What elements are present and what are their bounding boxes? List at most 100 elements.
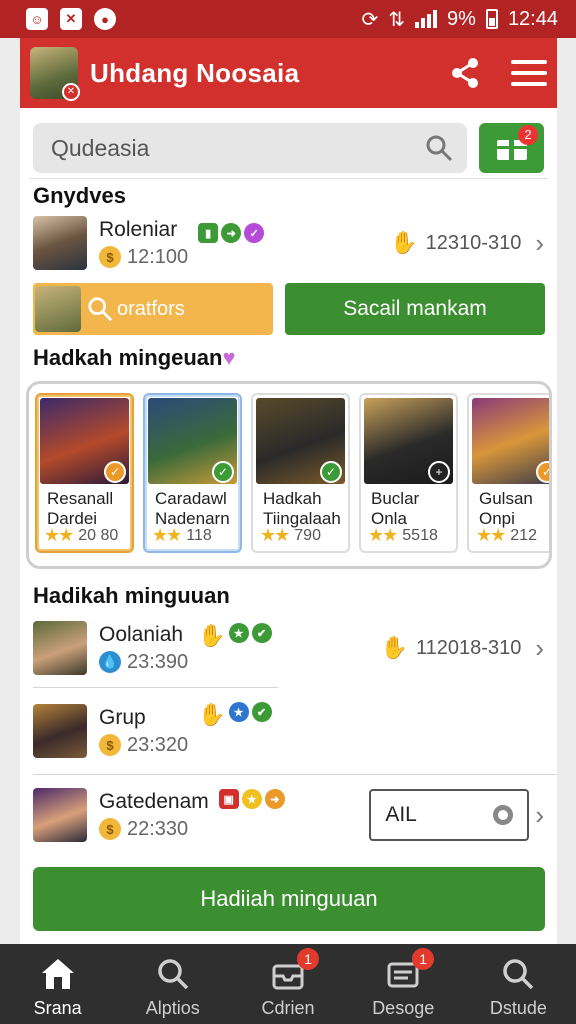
- tile-score: 212: [510, 526, 537, 544]
- game-tile[interactable]: ✓ Hadkah Tiingalaah ★★ 790: [251, 393, 350, 553]
- game-tile[interactable]: ✓ Resanall Dardei ★★ 20 80: [35, 393, 134, 553]
- nav-badge: 1: [297, 948, 319, 970]
- arrow-badge-icon: ➜: [264, 789, 285, 809]
- tile-score: 5518: [402, 526, 438, 544]
- avatar: [33, 621, 87, 675]
- nav-label: Alptios: [145, 998, 200, 1018]
- image-notification-icon: ✕: [60, 8, 82, 30]
- stars-icon: ★★: [152, 525, 182, 545]
- chevron-right-icon[interactable]: ›: [535, 633, 544, 664]
- item-value: 12310-310: [425, 231, 522, 254]
- inbox-icon: 1: [271, 948, 319, 992]
- nav-tab-messages[interactable]: 1 Desoge: [346, 944, 461, 1024]
- avatar-notification-icon: ☺: [26, 8, 48, 30]
- thumb-icon: ✋: [198, 623, 226, 648]
- section-title-3: Hadikah minguuan: [33, 583, 230, 608]
- list-item[interactable]: Roleniar $12:100 ▮ ➜ ✓ ✋ 12310-310 ›: [20, 209, 557, 277]
- app-window: ✕ Uhdang Noosaia Qudeasia 2 Gnydves Role…: [20, 38, 557, 944]
- nav-label: Desoge: [372, 998, 435, 1018]
- search-icon: [426, 135, 453, 162]
- main-action-button[interactable]: Hadiiah minguuan: [33, 867, 545, 931]
- search-input[interactable]: Qudeasia: [33, 123, 467, 173]
- coin-icon: $: [99, 734, 121, 756]
- tile-title: Resanall: [47, 489, 114, 508]
- game-tile[interactable]: ✓ Gulsan Onpi ★★ 212: [467, 393, 549, 553]
- check-icon: ✓: [212, 461, 234, 483]
- share-icon[interactable]: [449, 57, 481, 89]
- primary-action-button[interactable]: Sacail mankam: [285, 283, 545, 335]
- data-icon: ⇅: [388, 8, 406, 31]
- tile-score: 790: [294, 526, 321, 544]
- item-name: Grup: [99, 705, 146, 729]
- avatar: [35, 286, 81, 332]
- item-meta: 12:100: [127, 245, 189, 268]
- check-icon: ✓: [104, 461, 126, 483]
- filter-select[interactable]: AIL: [369, 789, 530, 841]
- game-tile[interactable]: + Buclar Onla ★★ 5518: [359, 393, 458, 553]
- nav-badge: 1: [412, 948, 435, 970]
- thumb-icon: ✋: [198, 702, 226, 727]
- signal-icon: [415, 10, 438, 28]
- thumb-icon: ✋: [390, 230, 418, 255]
- clock: 12:44: [507, 7, 558, 30]
- star-badge-icon: ★: [228, 702, 249, 722]
- stars-icon: ★★: [44, 525, 74, 545]
- search-placeholder: Qudeasia: [51, 134, 150, 161]
- home-icon: [40, 956, 76, 992]
- stars-icon: ★★: [260, 525, 290, 545]
- section-title-2: Hadkah mingeuan♥: [20, 345, 557, 371]
- avatar: [33, 216, 87, 270]
- tile-score: 20 80: [78, 526, 119, 544]
- nav-tab-studio[interactable]: Dstude: [461, 944, 576, 1024]
- tile-title: Hadkah: [263, 489, 322, 508]
- heart-icon: ♥: [222, 345, 236, 370]
- app-bar: ✕ Uhdang Noosaia: [20, 38, 557, 108]
- search-filter-label: oratfors: [117, 297, 185, 320]
- tile-title: Gulsan: [479, 489, 533, 508]
- check-icon: ✓: [320, 461, 342, 483]
- search-icon: [88, 297, 113, 322]
- chevron-right-icon[interactable]: ›: [535, 800, 544, 831]
- check-badge-icon: ✓: [244, 223, 265, 243]
- item-name: Gatedenam: [99, 789, 209, 813]
- filter-value: AIL: [385, 803, 417, 826]
- section-title-1: Gnydves: [33, 183, 126, 208]
- star-badge-icon: ★: [228, 623, 249, 643]
- gift-badge-icon: ▣: [218, 789, 239, 809]
- list-item[interactable]: Gatedenam $22:330 ▣ ★ ➜ AIL ›: [20, 775, 557, 855]
- tile-title: Buclar: [371, 489, 420, 508]
- list-item[interactable]: Oolaniah 💧 23:390 ✋ ★ ✔ ✋ 112018-310 ›: [20, 609, 557, 687]
- battery-icon: [485, 9, 498, 29]
- section-title-2-text: Hadkah mingeuan: [33, 345, 223, 370]
- chevron-right-icon[interactable]: ›: [535, 228, 544, 259]
- globe-notification-icon: ●: [94, 8, 116, 30]
- avatar: [33, 704, 87, 758]
- battery-percent: 9%: [447, 7, 476, 30]
- nav-tab-home[interactable]: Srana: [0, 944, 115, 1024]
- list-item[interactable]: Grup $23:320 ✋ ★ ✔: [20, 688, 557, 774]
- nav-label: Cdrien: [261, 998, 315, 1018]
- tile-title: Caradawl: [155, 489, 227, 508]
- item-name: Roleniar: [99, 217, 178, 241]
- stars-icon: ★★: [368, 525, 398, 545]
- status-bar: ☺ ✕ ● ⟳ ⇅ 9% 12:44: [0, 0, 576, 38]
- drop-icon: 💧: [99, 651, 121, 673]
- avatar-badge-icon: ✕: [62, 83, 80, 101]
- item-name: Oolaniah: [99, 622, 184, 646]
- bottom-nav: Srana Alptios 1 Cdrien 1 Desoge Dstude: [0, 944, 576, 1024]
- tile-score: 118: [186, 526, 212, 544]
- avatar: [33, 788, 87, 842]
- game-tile[interactable]: ✓ Caradawl Nadenarn ★★ 118: [143, 393, 242, 553]
- search-icon: [501, 956, 535, 992]
- profile-avatar[interactable]: ✕: [30, 47, 80, 101]
- star-badge-icon: ★: [241, 789, 262, 809]
- arrow-badge-icon: ➜: [221, 223, 242, 243]
- tile-carousel[interactable]: ✓ Resanall Dardei ★★ 20 80 ✓ Caradawl Naden…: [26, 381, 552, 569]
- item-value: 112018-310: [416, 636, 522, 659]
- message-icon: 1: [386, 948, 435, 992]
- nav-tab-options[interactable]: Alptios: [115, 944, 230, 1024]
- menu-icon[interactable]: [511, 59, 547, 87]
- nav-tab-inbox[interactable]: 1 Cdrien: [230, 944, 345, 1024]
- gift-button[interactable]: 2: [479, 123, 544, 173]
- search-filter-button[interactable]: oratfors: [33, 283, 273, 335]
